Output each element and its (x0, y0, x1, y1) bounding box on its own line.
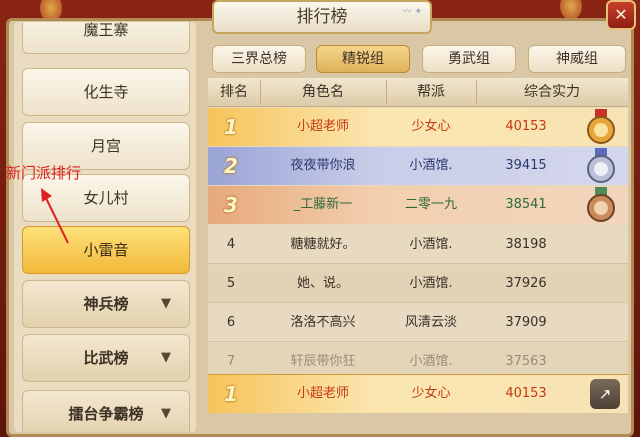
share-icon: ↗ (598, 385, 612, 403)
annotation-text: 新门派排行 (6, 164, 82, 182)
my-rank-row: 1 小超老师 少女心 40153 ↗ (208, 374, 628, 413)
rank-cell: 1 (224, 115, 238, 139)
tab-label: 神威组 (556, 51, 598, 67)
name-cell: 洛洛不高兴 (290, 315, 356, 330)
power-cell: 39415 (505, 158, 547, 173)
sidebar-item-label: 女儿村 (83, 189, 129, 207)
annotation-arrow-icon (41, 188, 69, 244)
rank-cell: 2 (224, 154, 238, 178)
chevron-down-icon: ▼ (161, 350, 171, 365)
power-cell: 37909 (505, 315, 547, 330)
silver-medal-icon (587, 148, 615, 183)
tab-yongwu[interactable]: 勇武组 (422, 45, 516, 73)
name-cell: 小超老师 (296, 119, 349, 134)
sidebar-item-label: 魔王寨 (83, 22, 129, 39)
table-row[interactable]: 1 小超老师 少女心 40153 (208, 108, 628, 146)
chevron-down-icon: ▼ (161, 296, 171, 311)
sidebar-item-label: 神兵榜 (83, 295, 129, 313)
guild-cell: 二零一九 (404, 197, 457, 212)
my-guild-cell: 少女心 (411, 386, 451, 401)
gold-medal-icon (587, 109, 615, 144)
power-cell: 38198 (505, 237, 547, 252)
table-header: 排名 角色名 帮派 综合实力 (208, 78, 628, 107)
my-name-cell: 小超老师 (296, 386, 349, 401)
my-rank-cell: 1 (224, 382, 238, 406)
power-cell: 37926 (505, 276, 547, 291)
sidebar-item-label: 比武榜 (83, 349, 129, 367)
sidebar-menu-biwubang[interactable]: 比武榜 ▼ (22, 334, 190, 382)
guild-cell: 小酒馆. (409, 158, 453, 173)
table-row[interactable]: 6 洛洛不高兴 风清云淡 37909 (208, 304, 628, 342)
rank-cell: 4 (226, 237, 236, 252)
sidebar-item-huashengsi[interactable]: 化生寺 (22, 68, 190, 116)
table-row[interactable]: 2 夜夜带你浪 小酒馆. 39415 (208, 147, 628, 185)
name-cell: _工藤新一 (293, 197, 353, 212)
table-row[interactable]: 4 糖糖就好。 小酒馆. 38198 (208, 226, 628, 264)
page-title: 排行榜 (296, 7, 348, 27)
guild-cell: 小酒馆. (409, 237, 453, 252)
title-decoration: 〰 ✦ (402, 7, 422, 17)
name-cell: 夜夜带你浪 (290, 158, 356, 173)
tab-label: 精锐组 (342, 51, 384, 67)
rank-cell: 5 (226, 276, 236, 291)
tab-label: 勇武组 (448, 51, 490, 67)
header-guild: 帮派 (417, 84, 445, 100)
bronze-medal-icon (587, 187, 615, 222)
guild-cell: 风清云淡 (404, 315, 457, 330)
my-power-cell: 40153 (505, 386, 547, 401)
header-name: 角色名 (302, 84, 344, 100)
table-row[interactable]: 3 _工藤新一 二零一九 38541 (208, 186, 628, 224)
sidebar-menu-shenbingbang[interactable]: 神兵榜 ▼ (22, 280, 190, 328)
title-plaque: 排行榜 〰 ✦ (212, 0, 432, 34)
power-cell: 40153 (505, 119, 547, 134)
sidebar-item-label: 月宫 (90, 137, 121, 155)
header-rank: 排名 (220, 84, 248, 100)
guild-cell: 小酒馆. (409, 276, 453, 291)
tab-jingrui[interactable]: 精锐组 (316, 45, 410, 73)
power-cell: 38541 (505, 197, 547, 212)
tab-shenwei[interactable]: 神威组 (528, 45, 626, 73)
sidebar-menu-leitai[interactable]: 擂台争霸榜 ▼ (22, 390, 190, 432)
header-power: 综合实力 (524, 84, 580, 100)
sidebar-item-mowangzhai[interactable]: 魔王寨 (22, 22, 190, 54)
tab-sanjie[interactable]: 三界总榜 (212, 45, 306, 73)
name-cell: 她、说。 (296, 276, 349, 291)
tab-label: 三界总榜 (231, 51, 287, 67)
sidebar-item-label: 小雷音 (83, 241, 129, 259)
guild-cell: 少女心 (411, 119, 451, 134)
rank-cell: 3 (224, 193, 238, 217)
sidebar-item-label: 擂台争霸榜 (68, 405, 144, 423)
close-button[interactable]: ✕ (606, 0, 636, 30)
rank-cell: 6 (226, 315, 236, 330)
sidebar-item-label: 化生寺 (83, 83, 129, 101)
ranking-table: 排名 角色名 帮派 综合实力 1 小超老师 少女心 40153 2 夜夜带你浪 … (208, 78, 628, 410)
table-row[interactable]: 5 她、说。 小酒馆. 37926 (208, 265, 628, 303)
share-button[interactable]: ↗ (590, 379, 620, 409)
my-rank-content: 1 小超老师 少女心 40153 (208, 375, 628, 413)
name-cell: 糖糖就好。 (290, 237, 356, 252)
chevron-down-icon: ▼ (161, 406, 171, 421)
close-icon: ✕ (614, 5, 628, 24)
